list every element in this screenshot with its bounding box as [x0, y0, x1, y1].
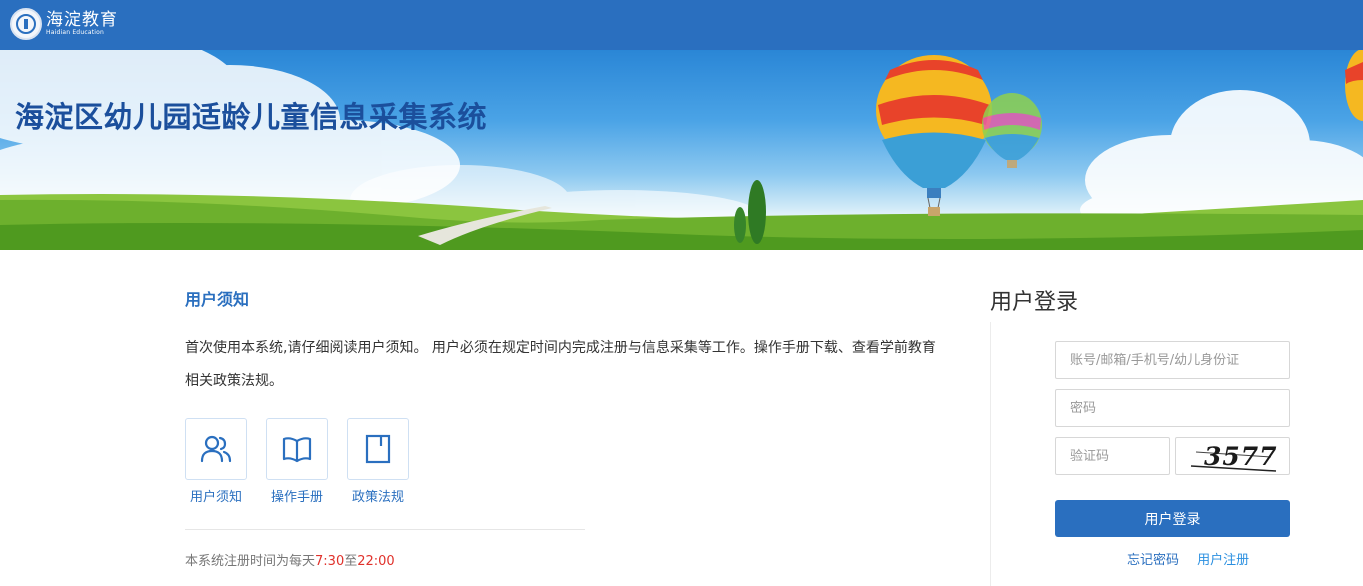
register-link[interactable]: 用户注册 [1197, 553, 1249, 568]
hot-air-balloon-edge [1345, 50, 1363, 121]
password-input[interactable] [1055, 389, 1290, 427]
notice-heading: 用户须知 [185, 290, 250, 309]
book-icon [282, 437, 312, 463]
forgot-password-link[interactable]: 忘记密码 [1127, 553, 1179, 568]
top-bar: 海淀教育 Haidian Education [0, 0, 1363, 50]
notice-text: 首次使用本系统,请仔细阅读用户须知。 用户必须在规定时间内完成注册与信息采集等工… [185, 340, 936, 389]
quick-link-policy-label[interactable]: 政策法规 [352, 486, 404, 505]
emblem-icon [10, 8, 42, 40]
users-icon [200, 435, 232, 463]
login-title: 用户登录 [990, 290, 1079, 315]
quick-links: 用户须知 操作手册 政策法规 [185, 418, 428, 505]
system-title: 海淀区幼儿园适龄儿童信息采集系统 [15, 100, 488, 134]
captcha-text: 3577 [1204, 442, 1278, 471]
quick-link-manual-box[interactable] [266, 418, 328, 480]
quick-link-policy[interactable]: 政策法规 [347, 418, 409, 505]
logo-english-name: Haidian Education [46, 29, 104, 36]
logo-text: 海淀教育 Haidian Education [46, 11, 118, 37]
login-links: 忘记密码 用户注册 [1127, 549, 1249, 568]
registration-time-start: 7:30 [315, 554, 345, 569]
banner-scenery [0, 50, 1363, 250]
quick-link-user-notice[interactable]: 用户须知 [185, 418, 247, 505]
captcha-image[interactable]: 3577 [1175, 437, 1290, 475]
registration-time-mid: 至 [344, 554, 358, 569]
registration-time-prefix: 本系统注册时间为每天 [185, 554, 316, 569]
logo-chinese-name: 海淀教育 [46, 10, 118, 30]
logo[interactable]: 海淀教育 Haidian Education [10, 8, 118, 40]
quick-link-user-notice-box[interactable] [185, 418, 247, 480]
hero-banner: 海淀区幼儿园适龄儿童信息采集系统 [0, 50, 1363, 250]
section-divider [185, 529, 585, 530]
quick-link-manual-label[interactable]: 操作手册 [271, 486, 323, 505]
hot-air-balloon-small [982, 93, 1042, 168]
quick-link-manual[interactable]: 操作手册 [266, 418, 328, 505]
captcha-input[interactable] [1055, 437, 1170, 475]
hot-air-balloon-large [876, 55, 992, 216]
registration-time-note: 本系统注册时间为每天7:30至22:00 [185, 550, 395, 569]
account-input[interactable] [1055, 341, 1290, 379]
document-icon [365, 434, 391, 464]
quick-link-policy-box[interactable] [347, 418, 409, 480]
quick-link-user-notice-label[interactable]: 用户须知 [190, 486, 242, 505]
login-button[interactable]: 用户登录 [1055, 500, 1290, 537]
login-divider [990, 322, 991, 586]
registration-time-end: 22:00 [357, 554, 395, 569]
